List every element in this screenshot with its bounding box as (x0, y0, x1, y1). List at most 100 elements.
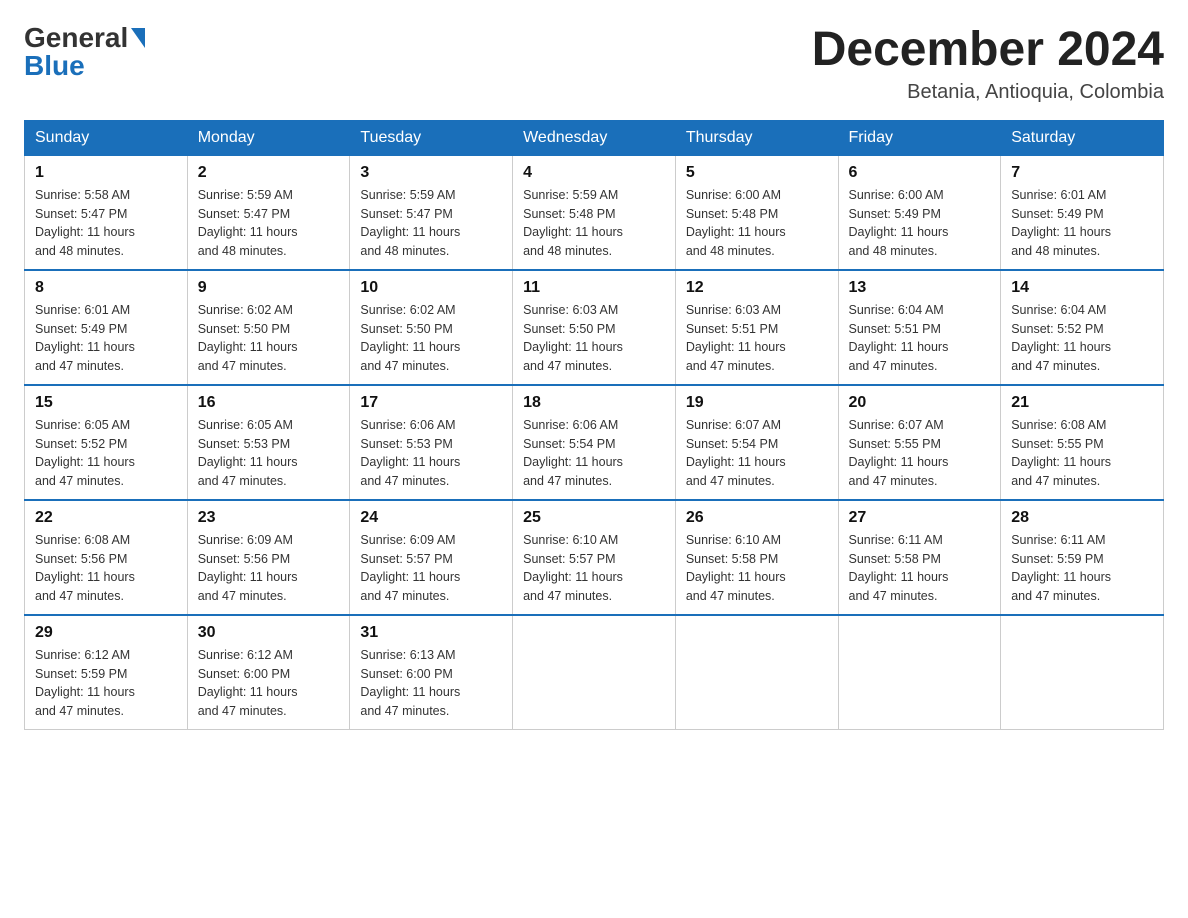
day-info: Sunrise: 6:07 AMSunset: 5:55 PMDaylight:… (849, 418, 949, 488)
day-number: 12 (686, 279, 828, 297)
day-info: Sunrise: 5:58 AMSunset: 5:47 PMDaylight:… (35, 188, 135, 258)
day-number: 25 (523, 509, 665, 527)
day-number: 2 (198, 164, 340, 182)
day-info: Sunrise: 6:11 AMSunset: 5:59 PMDaylight:… (1011, 533, 1111, 603)
calendar-day-cell: 14 Sunrise: 6:04 AMSunset: 5:52 PMDaylig… (1001, 270, 1164, 385)
day-of-week-header: Wednesday (513, 120, 676, 155)
day-number: 18 (523, 394, 665, 412)
day-number: 20 (849, 394, 991, 412)
calendar-day-cell: 13 Sunrise: 6:04 AMSunset: 5:51 PMDaylig… (838, 270, 1001, 385)
day-info: Sunrise: 6:10 AMSunset: 5:58 PMDaylight:… (686, 533, 786, 603)
day-info: Sunrise: 5:59 AMSunset: 5:47 PMDaylight:… (198, 188, 298, 258)
day-number: 23 (198, 509, 340, 527)
calendar-day-cell: 27 Sunrise: 6:11 AMSunset: 5:58 PMDaylig… (838, 500, 1001, 615)
day-info: Sunrise: 6:08 AMSunset: 5:55 PMDaylight:… (1011, 418, 1111, 488)
day-info: Sunrise: 6:12 AMSunset: 5:59 PMDaylight:… (35, 648, 135, 718)
day-number: 5 (686, 164, 828, 182)
calendar-day-cell: 22 Sunrise: 6:08 AMSunset: 5:56 PMDaylig… (25, 500, 188, 615)
day-number: 3 (360, 164, 502, 182)
day-of-week-header: Sunday (25, 120, 188, 155)
month-title: December 2024 (812, 24, 1164, 77)
calendar-header-row: SundayMondayTuesdayWednesdayThursdayFrid… (25, 120, 1164, 155)
calendar-day-cell: 7 Sunrise: 6:01 AMSunset: 5:49 PMDayligh… (1001, 155, 1164, 270)
calendar-day-cell: 1 Sunrise: 5:58 AMSunset: 5:47 PMDayligh… (25, 155, 188, 270)
calendar-day-cell: 19 Sunrise: 6:07 AMSunset: 5:54 PMDaylig… (675, 385, 838, 500)
day-info: Sunrise: 5:59 AMSunset: 5:47 PMDaylight:… (360, 188, 460, 258)
calendar-day-cell (838, 615, 1001, 730)
day-info: Sunrise: 6:04 AMSunset: 5:52 PMDaylight:… (1011, 303, 1111, 373)
day-number: 26 (686, 509, 828, 527)
day-of-week-header: Friday (838, 120, 1001, 155)
calendar-day-cell: 6 Sunrise: 6:00 AMSunset: 5:49 PMDayligh… (838, 155, 1001, 270)
calendar-day-cell: 18 Sunrise: 6:06 AMSunset: 5:54 PMDaylig… (513, 385, 676, 500)
day-number: 27 (849, 509, 991, 527)
day-number: 4 (523, 164, 665, 182)
day-info: Sunrise: 6:09 AMSunset: 5:57 PMDaylight:… (360, 533, 460, 603)
day-of-week-header: Tuesday (350, 120, 513, 155)
day-info: Sunrise: 6:05 AMSunset: 5:52 PMDaylight:… (35, 418, 135, 488)
calendar-week-row: 22 Sunrise: 6:08 AMSunset: 5:56 PMDaylig… (25, 500, 1164, 615)
location-title: Betania, Antioquia, Colombia (812, 81, 1164, 104)
day-info: Sunrise: 6:00 AMSunset: 5:49 PMDaylight:… (849, 188, 949, 258)
day-info: Sunrise: 6:03 AMSunset: 5:51 PMDaylight:… (686, 303, 786, 373)
calendar-day-cell: 17 Sunrise: 6:06 AMSunset: 5:53 PMDaylig… (350, 385, 513, 500)
day-number: 19 (686, 394, 828, 412)
calendar-day-cell: 4 Sunrise: 5:59 AMSunset: 5:48 PMDayligh… (513, 155, 676, 270)
calendar-week-row: 29 Sunrise: 6:12 AMSunset: 5:59 PMDaylig… (25, 615, 1164, 730)
title-block: December 2024 Betania, Antioquia, Colomb… (812, 24, 1164, 104)
day-info: Sunrise: 6:02 AMSunset: 5:50 PMDaylight:… (360, 303, 460, 373)
day-number: 14 (1011, 279, 1153, 297)
calendar-week-row: 8 Sunrise: 6:01 AMSunset: 5:49 PMDayligh… (25, 270, 1164, 385)
logo: General Blue (24, 24, 145, 80)
day-number: 10 (360, 279, 502, 297)
calendar-day-cell: 20 Sunrise: 6:07 AMSunset: 5:55 PMDaylig… (838, 385, 1001, 500)
calendar-day-cell: 12 Sunrise: 6:03 AMSunset: 5:51 PMDaylig… (675, 270, 838, 385)
day-number: 30 (198, 624, 340, 642)
calendar-day-cell: 30 Sunrise: 6:12 AMSunset: 6:00 PMDaylig… (187, 615, 350, 730)
day-info: Sunrise: 6:13 AMSunset: 6:00 PMDaylight:… (360, 648, 460, 718)
day-number: 28 (1011, 509, 1153, 527)
day-info: Sunrise: 5:59 AMSunset: 5:48 PMDaylight:… (523, 188, 623, 258)
day-number: 21 (1011, 394, 1153, 412)
day-number: 15 (35, 394, 177, 412)
calendar-day-cell: 3 Sunrise: 5:59 AMSunset: 5:47 PMDayligh… (350, 155, 513, 270)
calendar-day-cell: 16 Sunrise: 6:05 AMSunset: 5:53 PMDaylig… (187, 385, 350, 500)
day-info: Sunrise: 6:05 AMSunset: 5:53 PMDaylight:… (198, 418, 298, 488)
page-header: General Blue December 2024 Betania, Anti… (24, 24, 1164, 104)
calendar-day-cell: 2 Sunrise: 5:59 AMSunset: 5:47 PMDayligh… (187, 155, 350, 270)
day-of-week-header: Monday (187, 120, 350, 155)
day-number: 6 (849, 164, 991, 182)
calendar-day-cell: 10 Sunrise: 6:02 AMSunset: 5:50 PMDaylig… (350, 270, 513, 385)
day-number: 13 (849, 279, 991, 297)
day-info: Sunrise: 6:01 AMSunset: 5:49 PMDaylight:… (1011, 188, 1111, 258)
day-info: Sunrise: 6:10 AMSunset: 5:57 PMDaylight:… (523, 533, 623, 603)
calendar-day-cell: 15 Sunrise: 6:05 AMSunset: 5:52 PMDaylig… (25, 385, 188, 500)
logo-blue-text: Blue (24, 50, 85, 81)
calendar-day-cell: 11 Sunrise: 6:03 AMSunset: 5:50 PMDaylig… (513, 270, 676, 385)
day-info: Sunrise: 6:07 AMSunset: 5:54 PMDaylight:… (686, 418, 786, 488)
day-info: Sunrise: 6:11 AMSunset: 5:58 PMDaylight:… (849, 533, 949, 603)
day-info: Sunrise: 6:04 AMSunset: 5:51 PMDaylight:… (849, 303, 949, 373)
calendar-week-row: 1 Sunrise: 5:58 AMSunset: 5:47 PMDayligh… (25, 155, 1164, 270)
day-number: 31 (360, 624, 502, 642)
day-of-week-header: Thursday (675, 120, 838, 155)
logo-general-text: General (24, 24, 128, 52)
calendar-day-cell: 29 Sunrise: 6:12 AMSunset: 5:59 PMDaylig… (25, 615, 188, 730)
day-info: Sunrise: 6:06 AMSunset: 5:53 PMDaylight:… (360, 418, 460, 488)
day-info: Sunrise: 6:03 AMSunset: 5:50 PMDaylight:… (523, 303, 623, 373)
day-number: 1 (35, 164, 177, 182)
day-info: Sunrise: 6:00 AMSunset: 5:48 PMDaylight:… (686, 188, 786, 258)
calendar-day-cell (513, 615, 676, 730)
day-number: 24 (360, 509, 502, 527)
calendar-day-cell: 5 Sunrise: 6:00 AMSunset: 5:48 PMDayligh… (675, 155, 838, 270)
day-number: 16 (198, 394, 340, 412)
day-number: 9 (198, 279, 340, 297)
day-number: 7 (1011, 164, 1153, 182)
calendar-table: SundayMondayTuesdayWednesdayThursdayFrid… (24, 120, 1164, 730)
day-info: Sunrise: 6:09 AMSunset: 5:56 PMDaylight:… (198, 533, 298, 603)
calendar-day-cell (675, 615, 838, 730)
day-info: Sunrise: 6:08 AMSunset: 5:56 PMDaylight:… (35, 533, 135, 603)
calendar-day-cell: 8 Sunrise: 6:01 AMSunset: 5:49 PMDayligh… (25, 270, 188, 385)
day-info: Sunrise: 6:12 AMSunset: 6:00 PMDaylight:… (198, 648, 298, 718)
day-info: Sunrise: 6:02 AMSunset: 5:50 PMDaylight:… (198, 303, 298, 373)
